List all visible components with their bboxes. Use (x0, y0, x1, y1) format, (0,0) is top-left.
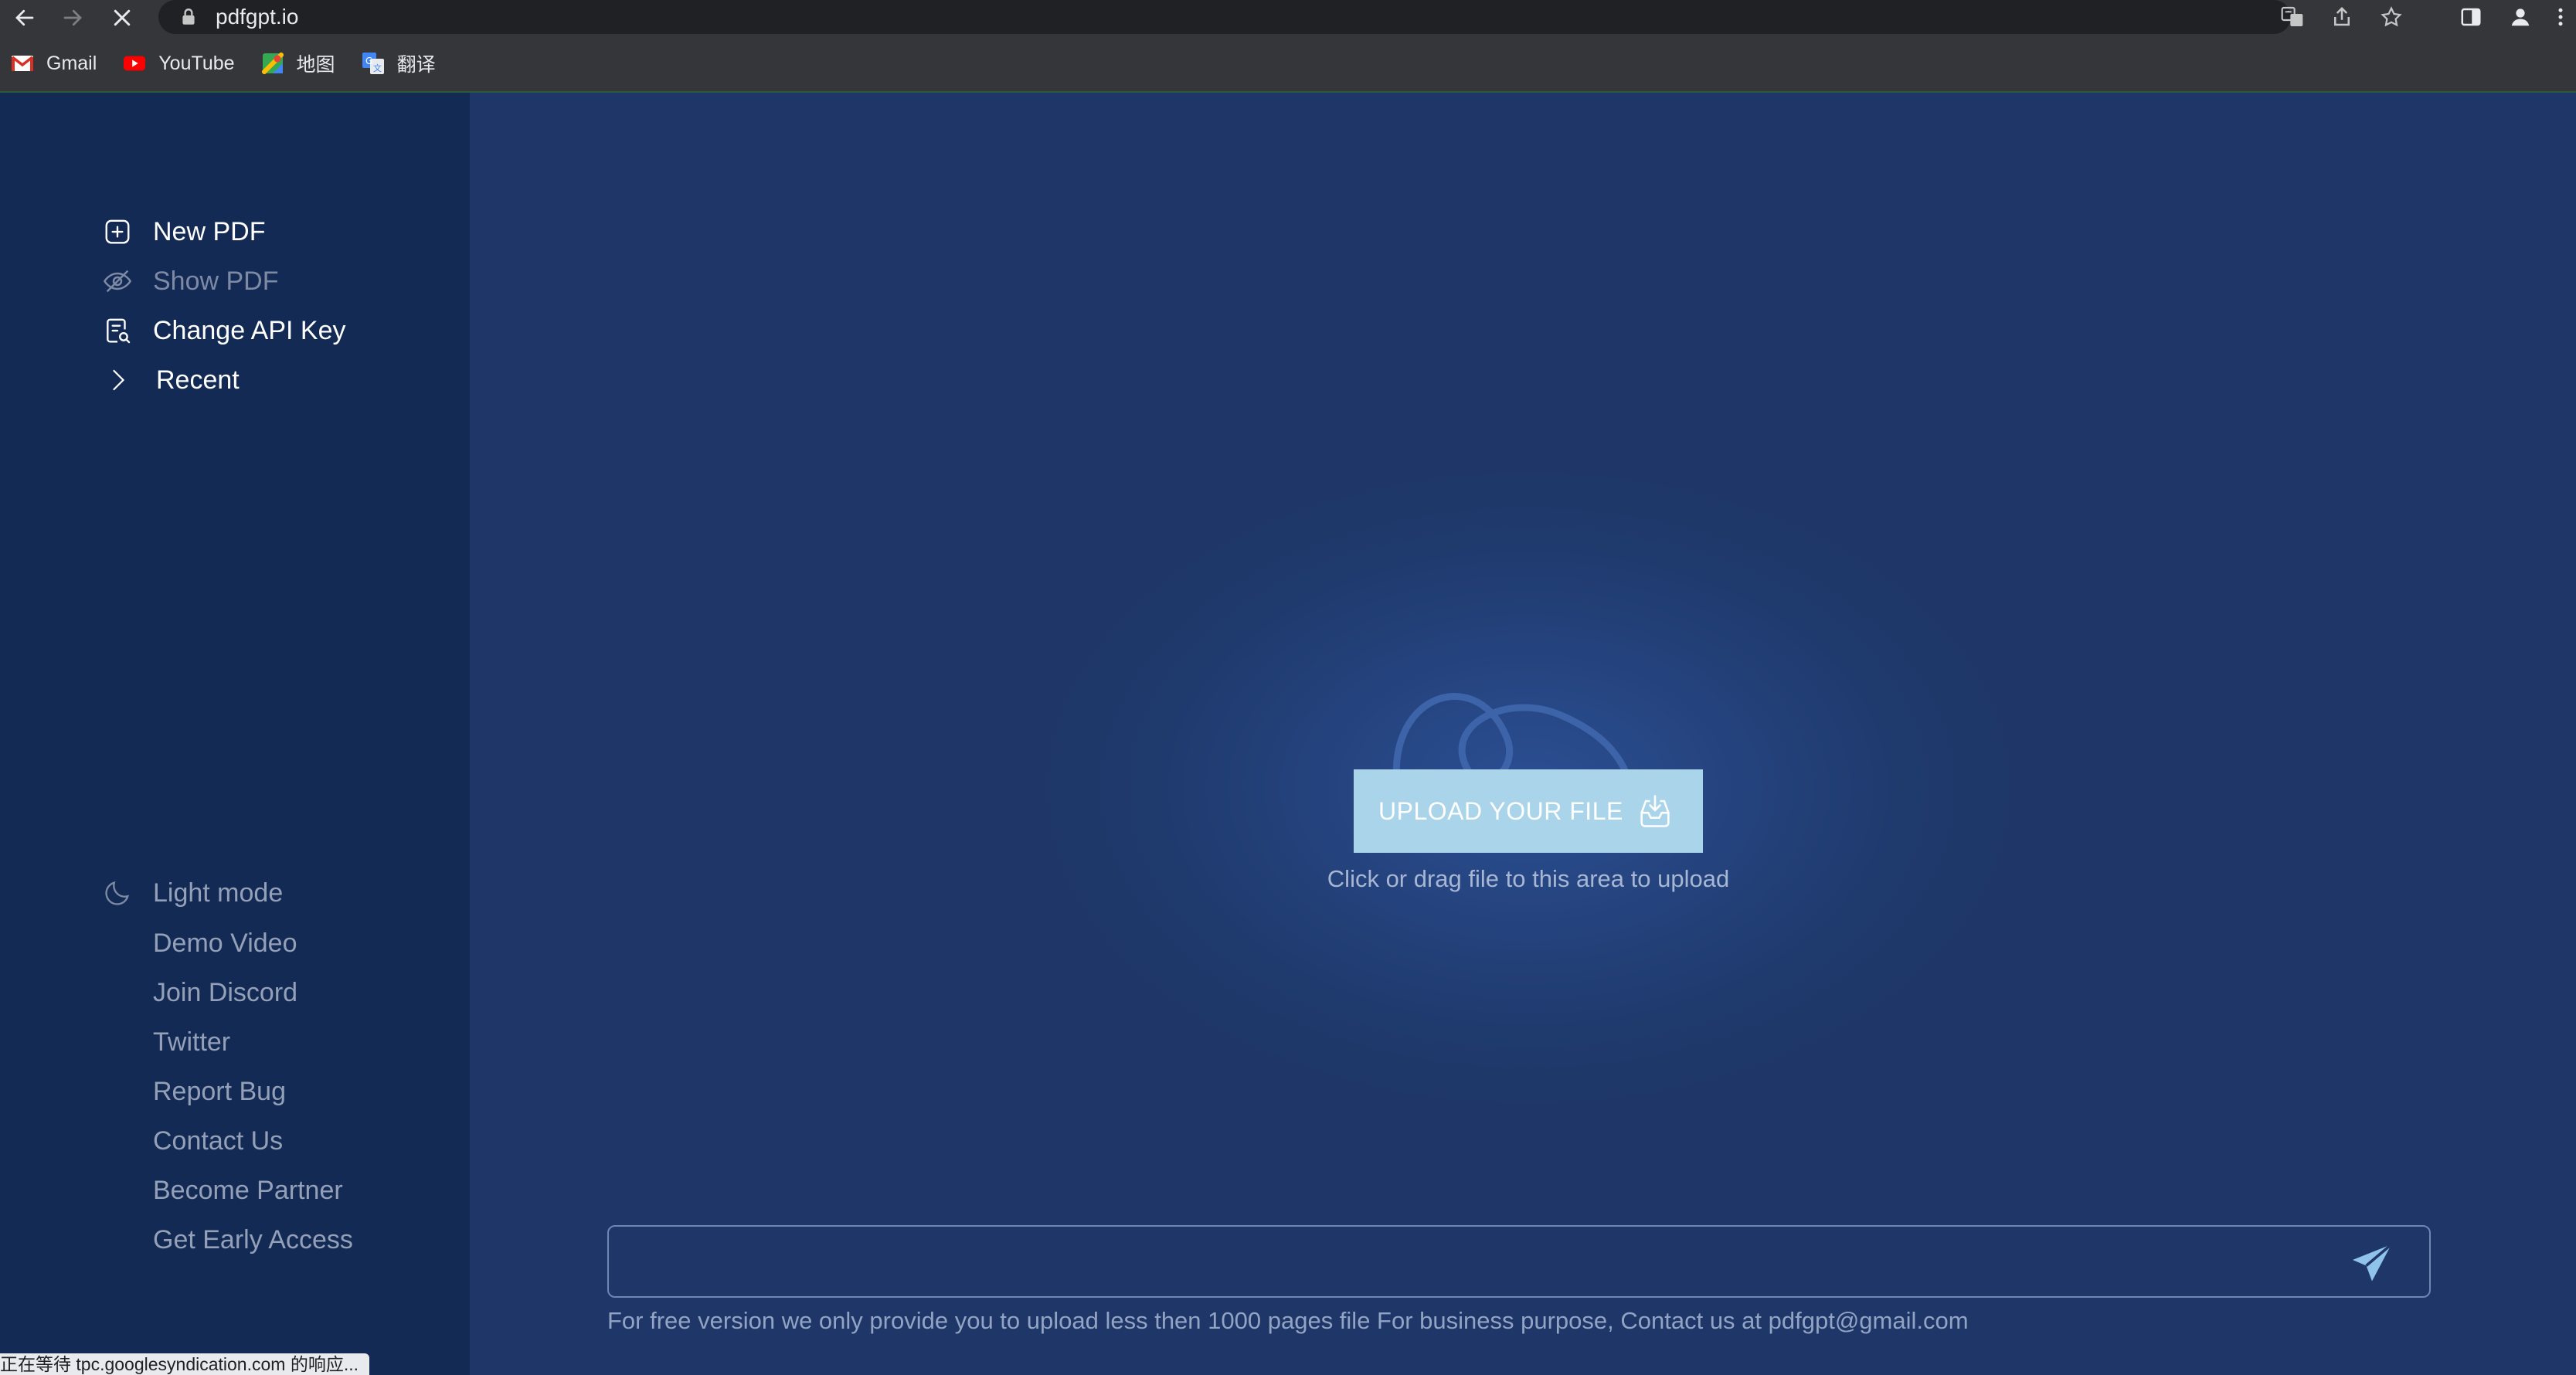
sidebar-item-show-pdf[interactable]: Show PDF (102, 266, 279, 297)
translate-icon (2281, 6, 2303, 26)
browser-menu-button[interactable] (2545, 0, 2576, 34)
maps-icon (261, 52, 284, 75)
browser-toolbar: pdfgpt.io (0, 0, 2576, 36)
bookmark-youtube[interactable]: YouTube (123, 52, 235, 75)
moon-icon (102, 878, 133, 908)
link-twitter[interactable]: Twitter (153, 1027, 230, 1058)
star-icon (2381, 6, 2402, 27)
sidebar: New PDF Show PDF Change API Key Recent L… (0, 93, 470, 1375)
profile-button[interactable] (2496, 0, 2545, 34)
link-demo-video[interactable]: Demo Video (153, 929, 297, 959)
theme-toggle[interactable]: Light mode (102, 878, 283, 908)
plus-square-icon (102, 216, 133, 247)
chevron-right-icon (102, 365, 133, 396)
svg-text:文: 文 (373, 63, 382, 73)
svg-text:G: G (365, 56, 372, 66)
bookmarks-bar: Gmail YouTube 地图 G文 翻译 (0, 36, 2576, 93)
back-arrow-icon (15, 9, 34, 26)
url-text: pdfgpt.io (216, 5, 299, 29)
bookmark-star-button[interactable] (2367, 0, 2416, 34)
forward-button[interactable] (49, 0, 96, 36)
upload-hint-text: Click or drag file to this area to uploa… (1327, 865, 1730, 892)
upload-file-button[interactable]: UPLOAD YOUR FILE (1354, 769, 1703, 853)
close-icon (114, 9, 131, 26)
side-panel-button[interactable] (2446, 0, 2496, 34)
more-vertical-icon (2558, 8, 2563, 26)
main-content: UPLOAD YOUR FILE Click or drag file to t… (470, 93, 2576, 1375)
send-icon[interactable] (2349, 1241, 2395, 1287)
link-become-partner[interactable]: Become Partner (153, 1176, 343, 1206)
back-button[interactable] (2, 0, 48, 36)
link-join-discord[interactable]: Join Discord (153, 978, 297, 1008)
avatar-icon (2511, 8, 2530, 26)
link-report-bug[interactable]: Report Bug (153, 1077, 286, 1107)
forward-arrow-icon (63, 9, 82, 26)
bookmark-translate[interactable]: G文 翻译 (362, 49, 436, 77)
inbox-download-icon (1640, 795, 1670, 827)
stop-loading-button[interactable] (99, 0, 145, 36)
usage-notice: For free version we only provide you to … (607, 1307, 1969, 1334)
link-contact-us[interactable]: Contact Us (153, 1126, 283, 1156)
sidebar-item-change-api-key[interactable]: Change API Key (102, 315, 346, 346)
translate-page-button[interactable] (2268, 0, 2317, 34)
sidebar-item-new-pdf[interactable]: New PDF (102, 216, 265, 247)
address-bar[interactable]: pdfgpt.io (158, 0, 2291, 34)
question-input[interactable] (609, 1227, 2429, 1296)
link-get-early-access[interactable]: Get Early Access (153, 1225, 353, 1255)
bookmark-maps[interactable]: 地图 (261, 49, 335, 77)
sidebar-item-recent[interactable]: Recent (102, 365, 240, 396)
share-button[interactable] (2317, 0, 2367, 34)
question-input-box[interactable] (607, 1225, 2431, 1298)
lock-icon (182, 8, 195, 25)
gmail-icon (11, 52, 34, 75)
document-search-icon (102, 315, 133, 346)
share-icon (2334, 6, 2350, 26)
side-panel-icon (2461, 8, 2481, 26)
translate-icon: G文 (362, 52, 385, 75)
browser-status-bar: 正在等待 tpc.googlesyndication.com 的响应... (0, 1353, 369, 1375)
upload-button-label: UPLOAD YOUR FILE (1378, 796, 1623, 825)
bookmark-gmail[interactable]: Gmail (11, 52, 97, 75)
eye-off-icon (102, 266, 133, 297)
youtube-icon (123, 52, 146, 75)
